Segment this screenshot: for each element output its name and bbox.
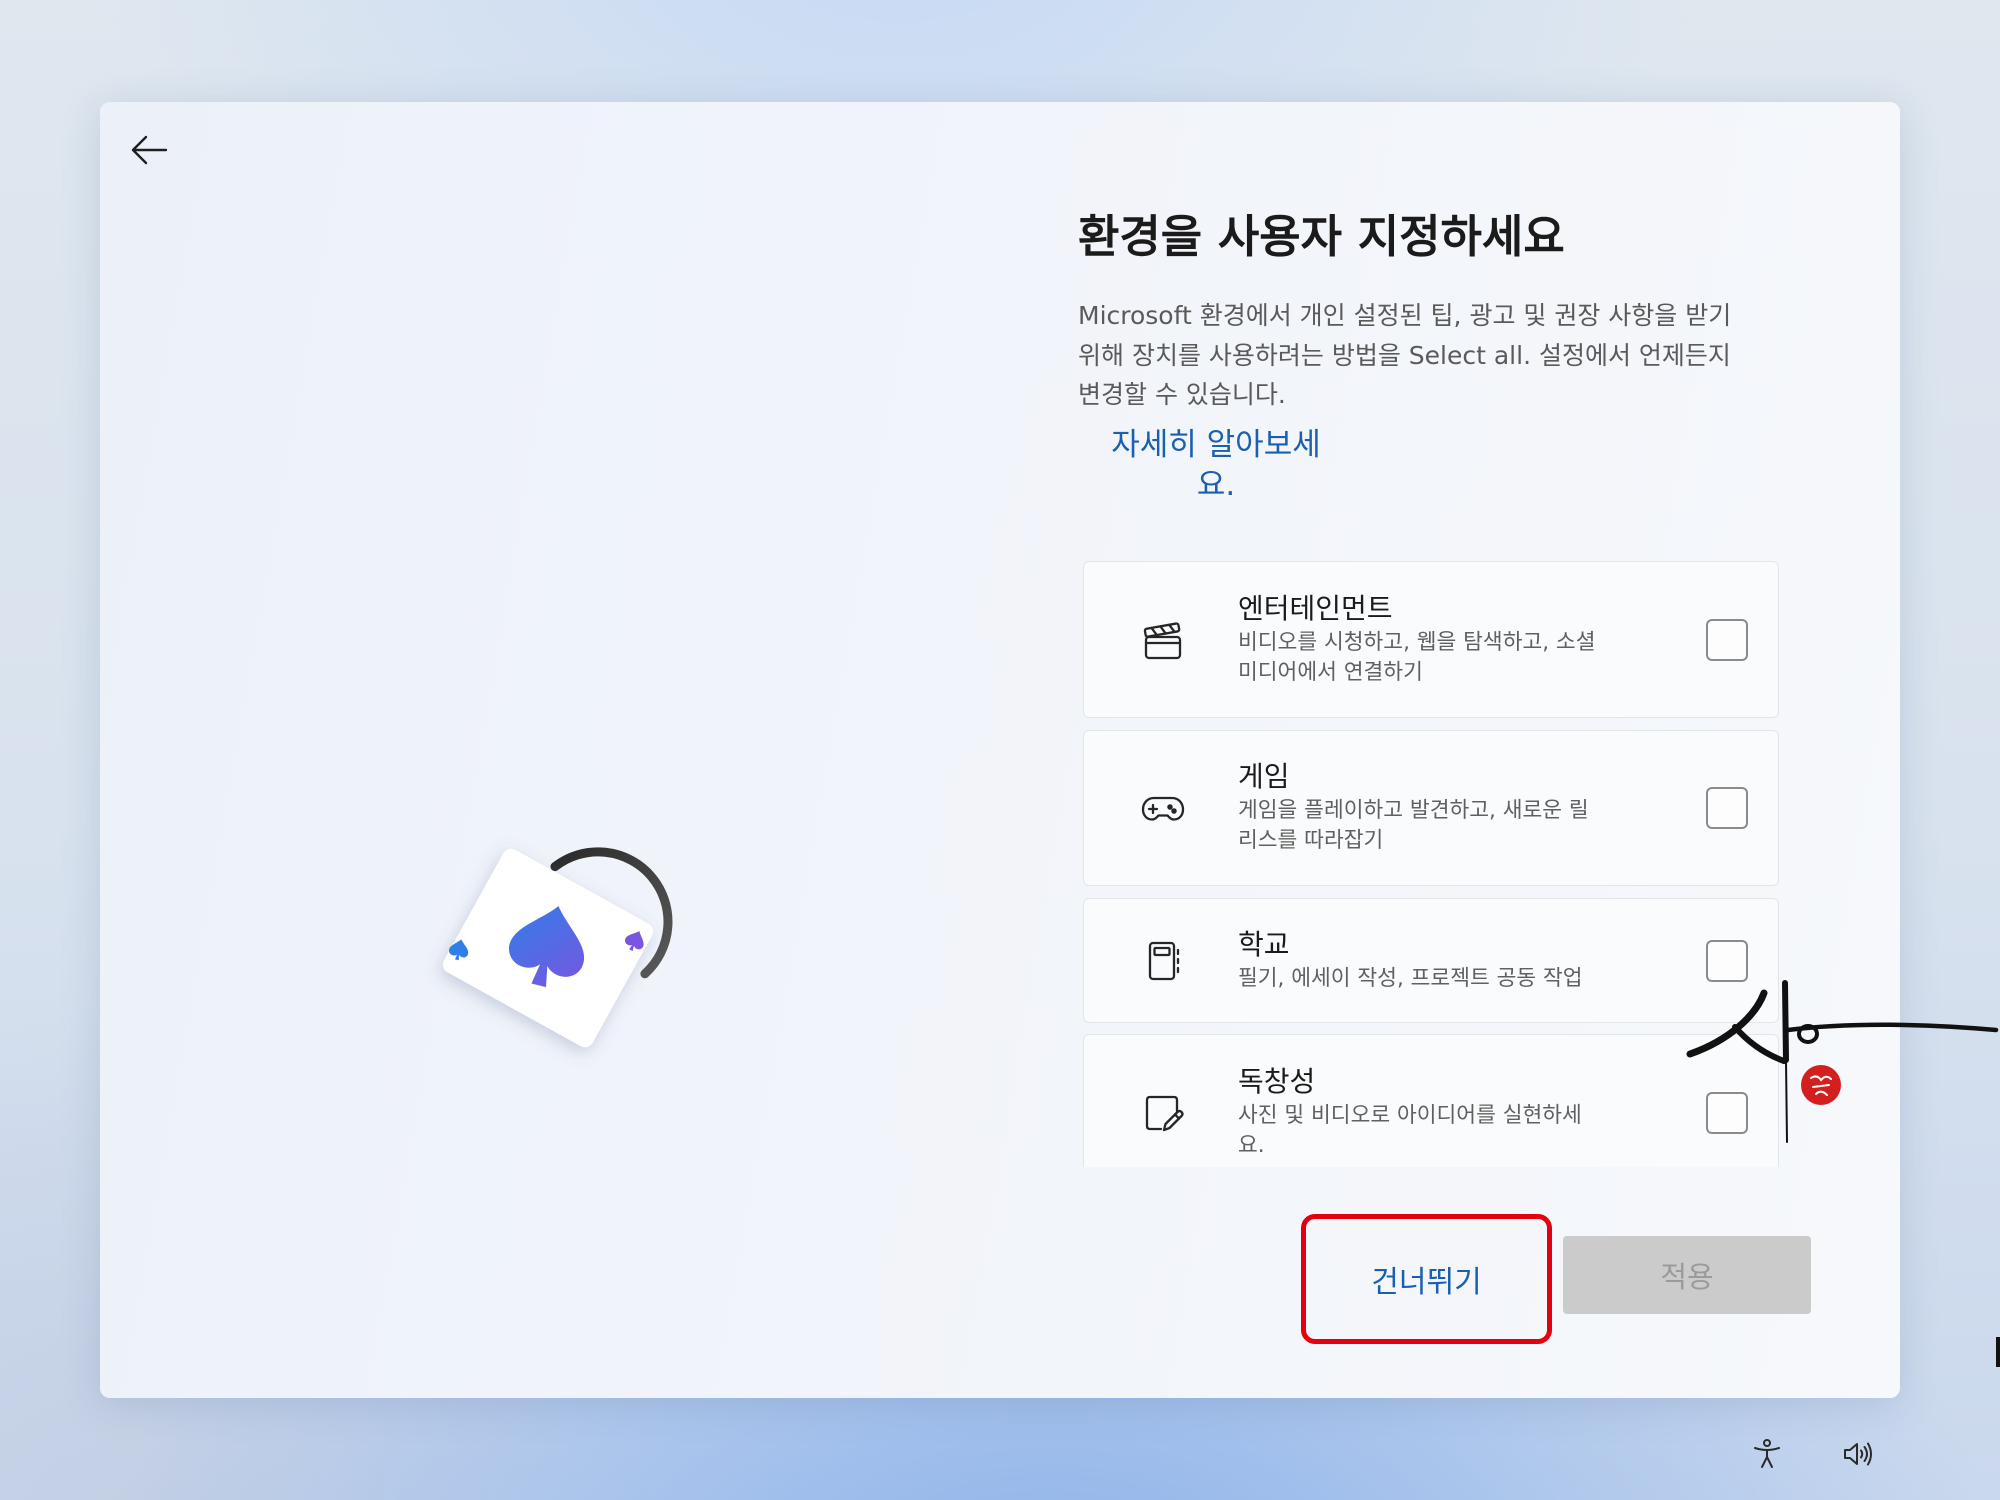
option-description-line: 필기, 에세이 작성, 프로젝트 공동 작업: [1238, 965, 1583, 991]
option-school[interactable]: 학교 필기, 에세이 작성, 프로젝트 공동 작업: [1083, 898, 1779, 1023]
clapperboard-icon: [1139, 616, 1187, 664]
option-text: 독창성 사진 및 비디오로 아이디어를 실현하세 요.: [1238, 1065, 1582, 1161]
option-description-line: 비디오를 시청하고, 웹을 탐색하고, 소셜: [1238, 629, 1596, 655]
experience-options-list[interactable]: 엔터테인먼트 비디오를 시청하고, 웹을 탐색하고, 소셜 미디어에서 연결하기…: [1083, 561, 1779, 1167]
option-title: 엔터테인먼트: [1238, 591, 1393, 625]
arrow-left-icon: [131, 135, 168, 165]
option-description-line: 게임을 플레이하고 발견하고, 새로운 릴: [1238, 798, 1589, 823]
option-text: 엔터테인먼트 비디오를 시청하고, 웹을 탐색하고, 소셜 미디어에서 연결하기: [1238, 592, 1596, 688]
skip-button[interactable]: 건너뛰기: [1303, 1216, 1550, 1342]
option-description: 비디오를 시청하고, 웹을 탐색하고, 소셜 미디어에서 연결하기: [1238, 628, 1596, 688]
game-controller-icon: [1139, 784, 1187, 832]
option-text: 게임 게임을 플레이하고 발견하고, 새로운 릴 리스를 따라잡기: [1238, 760, 1589, 856]
notebook-icon: [1139, 937, 1187, 985]
option-title: 학교: [1238, 927, 1290, 961]
volume-icon[interactable]: [1841, 1437, 1875, 1471]
learn-more-line: 요.: [1196, 467, 1236, 503]
entertainment-checkbox[interactable]: [1706, 618, 1748, 661]
description-line: 변경할 수 있습니다.: [1078, 380, 1286, 409]
sticky-note-pen-icon: [1139, 1089, 1187, 1137]
option-description-line: 사진 및 비디오로 아이디어를 실현하세: [1238, 1102, 1582, 1128]
learn-more-line: 자세히 알아보세: [1111, 427, 1321, 463]
playing-card-spade-illustration: [442, 847, 673, 1048]
option-creativity[interactable]: 독창성 사진 및 비디오로 아이디어를 실현하세 요.: [1083, 1034, 1779, 1167]
page-title: 환경을 사용자 지정하세요: [1078, 210, 1565, 263]
setup-dialog: 환경을 사용자 지정하세요 Microsoft 환경에서 개인 설정된 팁, 광…: [100, 102, 1900, 1398]
apply-button[interactable]: 적용: [1563, 1236, 1811, 1314]
description-line: 위해 장치를 사용하려는 방법을 Select all. 설정에서 언제든지: [1078, 340, 1731, 370]
option-gaming[interactable]: 게임 게임을 플레이하고 발견하고, 새로운 릴 리스를 따라잡기: [1083, 730, 1779, 886]
accessibility-icon[interactable]: [1750, 1437, 1784, 1471]
option-title: 게임: [1238, 760, 1290, 793]
option-entertainment[interactable]: 엔터테인먼트 비디오를 시청하고, 웹을 탐색하고, 소셜 미디어에서 연결하기: [1083, 561, 1779, 718]
gaming-checkbox[interactable]: [1706, 787, 1748, 829]
option-description-line: 리스를 따라잡기: [1238, 828, 1384, 853]
option-text: 학교 필기, 에세이 작성, 프로젝트 공동 작업: [1238, 928, 1583, 994]
option-description: 사진 및 비디오로 아이디어를 실현하세 요.: [1238, 1101, 1582, 1161]
handwritten-signature-seal-icon: [1686, 980, 1999, 1143]
page-description: Microsoft 환경에서 개인 설정된 팁, 광고 및 권장 사항을 받기 …: [1078, 296, 1731, 415]
back-button[interactable]: [128, 128, 172, 172]
learn-more-link[interactable]: 자세히 알아보세 요.: [1066, 425, 1366, 505]
option-description: 게임을 플레이하고 발견하고, 새로운 릴 리스를 따라잡기: [1238, 796, 1589, 856]
option-title: 독창성: [1238, 1064, 1316, 1098]
option-description-line: 요.: [1238, 1132, 1265, 1158]
option-description-line: 미디어에서 연결하기: [1238, 659, 1423, 685]
edge-marker: [1996, 1337, 2000, 1367]
option-description: 필기, 에세이 작성, 프로젝트 공동 작업: [1238, 964, 1583, 994]
description-line: Microsoft 환경에서 개인 설정된 팁, 광고 및 권장 사항을 받기: [1078, 301, 1732, 330]
